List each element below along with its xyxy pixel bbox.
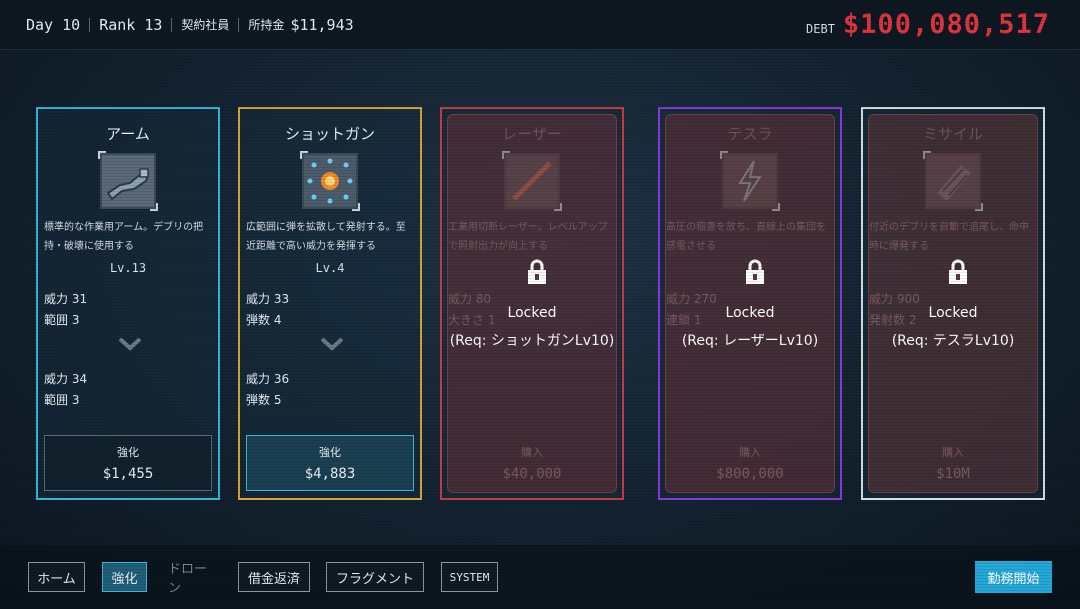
divider <box>171 17 173 32</box>
money-value: $11,943 <box>290 15 354 34</box>
card-title: ショットガン <box>284 125 375 143</box>
unlock-requirement: (Req: テスラLv10) <box>891 333 1015 349</box>
locked-label: Locked <box>928 305 978 321</box>
purchase-price: $10M <box>936 466 970 482</box>
nav-repay-debt[interactable]: 借金返済 <box>238 562 310 592</box>
lock-icon <box>528 259 546 284</box>
debt-display: DEBT $100,080,517 <box>806 9 1050 40</box>
upgrade-price: $1,455 <box>102 466 154 482</box>
weapon-card-tesla: テスラ 高圧の稲妻を放ち、直線上の集団を感電させる 威力 270 連鎖 1 Lo… <box>658 107 842 500</box>
nav-fragment[interactable]: フラグメント <box>326 562 424 592</box>
debt-value: $100,080,517 <box>842 9 1050 40</box>
nav-upgrade[interactable]: 強化 <box>102 562 147 592</box>
laser-icon <box>502 151 562 211</box>
weapon-card-missile: ミサイル 付近のデブリを自動で追尾し、命中時に爆発する 威力 900 発射数 2… <box>861 107 1045 500</box>
employment-status: 契約社員 <box>181 18 230 32</box>
missile-icon <box>923 151 983 211</box>
upgrade-label: 強化 <box>117 446 139 459</box>
day-counter: Day 10 <box>26 15 81 34</box>
shotgun-icon <box>300 151 360 211</box>
upgrade-button[interactable]: 強化 $1,455 <box>44 435 212 491</box>
locked-label: Locked <box>507 305 557 321</box>
card-description: 標準的な作業用アーム。デブリの把持・破壊に使用する <box>44 222 204 252</box>
purchase-button: 購入 $10M <box>869 435 1037 491</box>
card-title: レーザー <box>502 125 562 143</box>
purchase-price: $800,000 <box>716 466 784 482</box>
purchase-label: 購入 <box>521 446 543 459</box>
nav-home[interactable]: ホーム <box>28 562 85 592</box>
next-stat: 範囲 3 <box>44 393 80 407</box>
nav-system[interactable]: SYSTEM <box>441 562 498 592</box>
top-status-bar: Day 10 Rank 13 契約社員 所持金 $11,943 DEBT $10… <box>0 0 1080 50</box>
chevron-down-icon <box>118 337 142 351</box>
card-description: 付近のデブリを自動で追尾し、命中時に爆発する <box>869 222 1029 252</box>
start-work-button[interactable]: 勤務開始 <box>975 561 1052 593</box>
current-stat: 範囲 3 <box>44 313 80 327</box>
divider <box>238 17 240 32</box>
upgrade-label: 強化 <box>319 446 341 459</box>
weapon-card-shotgun: ショットガン 広範囲に弾を拡散して発射する。至近距離で高い威力を発揮する Lv.… <box>238 107 422 500</box>
current-stat: 弾数 4 <box>246 313 282 327</box>
next-stat: 威力 36 <box>246 372 290 386</box>
card-title: ミサイル <box>922 125 983 143</box>
weapon-card-arm: アーム 標準的な作業用アーム。デブリの把持・破壊に使用する Lv.13 威力 3… <box>36 107 220 500</box>
card-title: テスラ <box>727 125 773 143</box>
arm-icon <box>98 151 158 211</box>
chevron-down-icon <box>320 337 344 351</box>
card-title: アーム <box>106 125 150 143</box>
locked-label: Locked <box>725 305 775 321</box>
lock-icon <box>949 259 967 284</box>
card-level: Lv.13 <box>109 261 147 275</box>
card-level: Lv.4 <box>315 261 345 275</box>
purchase-button: 購入 $800,000 <box>666 435 834 491</box>
current-stat: 威力 31 <box>44 292 88 306</box>
lock-icon <box>746 259 764 284</box>
card-description: 広範囲に弾を拡散して発射する。至近距離で高い威力を発揮する <box>246 222 406 252</box>
purchase-price: $40,000 <box>502 466 562 482</box>
divider <box>89 17 91 32</box>
next-stat: 威力 34 <box>44 372 88 386</box>
unlock-requirement: (Req: レーザーLv10) <box>681 333 819 349</box>
weapon-card-laser: レーザー 工業用切断レーザー。レベルアップで照射出力が向上する 威力 80 大き… <box>440 107 624 500</box>
nav-drone: ドローン <box>168 562 208 596</box>
purchase-label: 購入 <box>942 446 964 459</box>
next-stat: 弾数 5 <box>246 393 282 407</box>
rank-label: Rank 13 <box>99 15 163 34</box>
purchase-label: 購入 <box>739 446 761 459</box>
upgrade-button[interactable]: 強化 $4,883 <box>246 435 414 491</box>
purchase-button: 購入 $40,000 <box>448 435 616 491</box>
current-stat: 威力 33 <box>246 292 290 306</box>
card-description: 工業用切断レーザー。レベルアップで照射出力が向上する <box>448 222 608 252</box>
upgrade-price: $4,883 <box>304 466 356 482</box>
card-description: 高圧の稲妻を放ち、直線上の集団を感電させる <box>666 222 826 252</box>
money-label: 所持金 <box>248 18 285 32</box>
lightning-icon <box>720 151 780 211</box>
unlock-requirement: (Req: ショットガンLv10) <box>449 333 615 349</box>
debt-label: DEBT <box>806 22 835 36</box>
